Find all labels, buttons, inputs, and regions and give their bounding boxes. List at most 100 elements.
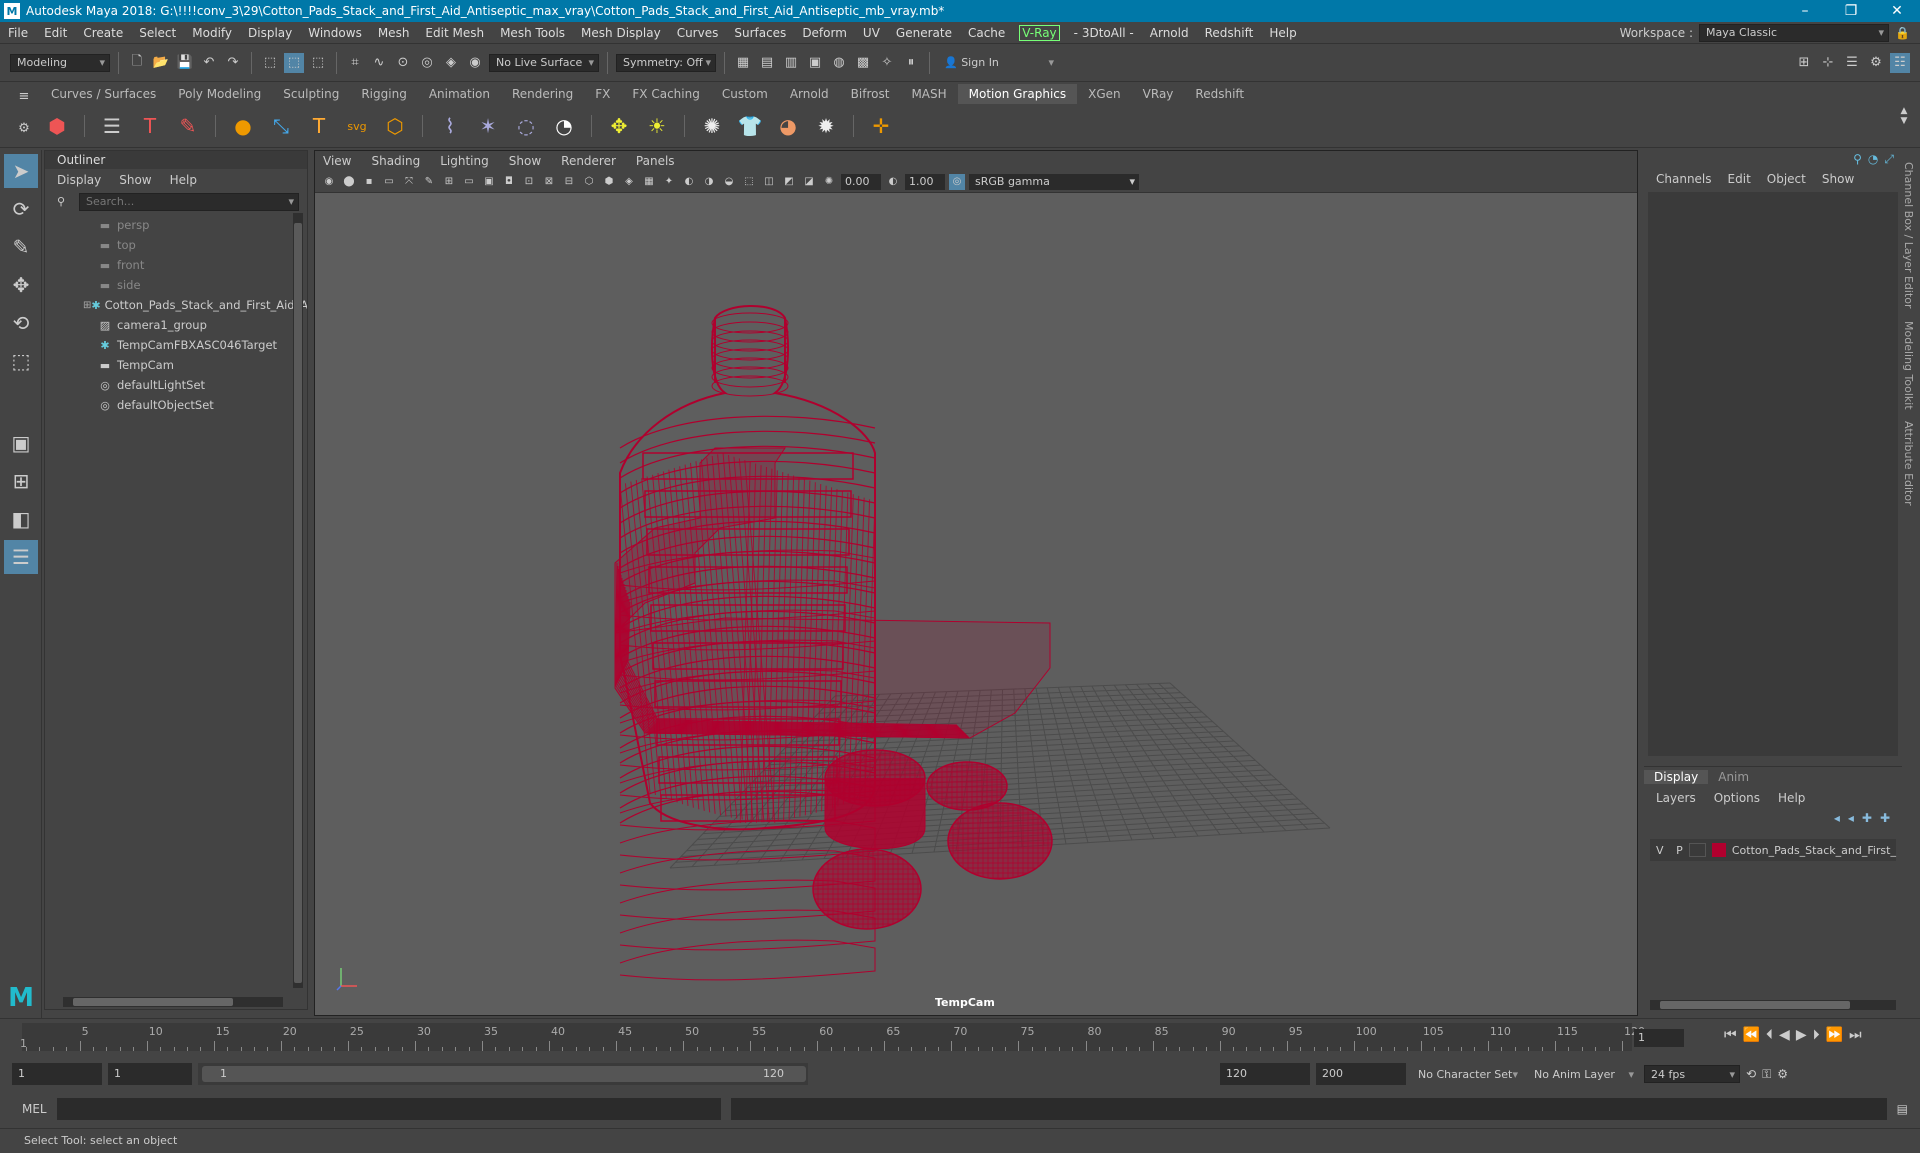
shadows-icon[interactable]: ◐ — [681, 174, 697, 190]
shelf-tab-bifrost[interactable]: Bifrost — [840, 84, 901, 104]
expand-icon[interactable]: ⊞ — [83, 300, 91, 311]
render-current-icon[interactable]: ▤ — [757, 53, 777, 73]
script-editor-icon[interactable]: ▤ — [1897, 1102, 1908, 1116]
outliner-item[interactable]: ◎ defaultObjectSet — [45, 395, 307, 415]
outliner-menu-show[interactable]: Show — [119, 173, 151, 187]
xray-joints-icon[interactable]: ◩ — [781, 174, 797, 190]
resolution-gate-icon[interactable]: ▣ — [481, 174, 497, 190]
layer-horizontal-scrollbar[interactable] — [1650, 1000, 1896, 1010]
use-lights-icon[interactable]: ✦ — [661, 174, 677, 190]
outliner-item[interactable]: ✱ TempCamFBXASC046Target — [45, 335, 307, 355]
scale-tool-icon[interactable]: ⬚ — [4, 344, 38, 378]
time-ruler[interactable]: 1 5 10 15 20 25 30 35 40 45 50 55 60 65 70 75 80 85 90 95 10… — [20, 1023, 1645, 1051]
viewport-menu-lighting[interactable]: Lighting — [440, 154, 489, 168]
menu-item-arnold[interactable]: Arnold — [1142, 26, 1197, 40]
outliner-item[interactable]: ▬ persp — [45, 215, 307, 235]
anim-layer-select[interactable]: No Anim Layer — [1528, 1065, 1638, 1083]
save-scene-icon[interactable]: 💾 — [175, 53, 195, 73]
menu-item-mesh[interactable]: Mesh — [370, 26, 418, 40]
scene-start-field[interactable]: 1 — [12, 1063, 102, 1085]
layer-color-swatch[interactable] — [1711, 843, 1726, 857]
xray-icon[interactable]: ◫ — [761, 174, 777, 190]
fps-select[interactable]: 24 fps — [1644, 1065, 1740, 1083]
menu-item-vray[interactable]: V-Ray — [1019, 24, 1060, 41]
viewport-menu-renderer[interactable]: Renderer — [561, 154, 616, 168]
move-layer-up-icon[interactable]: ◂ — [1834, 811, 1840, 825]
outliner-item[interactable]: ⊞ ✱ Cotton_Pads_Stack_and_First_Aid_An — [45, 295, 307, 315]
outliner-item[interactable]: ▨ camera1_group — [45, 315, 307, 335]
undo-icon[interactable]: ↶ — [199, 53, 219, 73]
menu-item-file[interactable]: File — [0, 26, 36, 40]
layer-menu-options[interactable]: Options — [1714, 791, 1760, 805]
menu-item-mesh-display[interactable]: Mesh Display — [573, 26, 669, 40]
menu-item-uv[interactable]: UV — [855, 26, 888, 40]
layer-tab-display[interactable]: Display — [1644, 770, 1709, 784]
scene-view[interactable] — [315, 193, 1637, 1015]
ambient-occlusion-icon[interactable]: ◑ — [701, 174, 717, 190]
menu-item-modify[interactable]: Modify — [184, 26, 240, 40]
menu-item--3dtoall-[interactable]: - 3DtoAll - — [1066, 26, 1142, 40]
playback-end-field[interactable]: 120 — [1220, 1063, 1310, 1085]
light-icon[interactable]: ☀ — [642, 111, 672, 141]
menu-item-curves[interactable]: Curves — [669, 26, 727, 40]
menu-item-surfaces[interactable]: Surfaces — [726, 26, 794, 40]
brush-icon[interactable]: ✶ — [473, 111, 503, 141]
isolate-select-icon[interactable]: ⬚ — [741, 174, 757, 190]
shelf-settings-icon[interactable]: ⚙ — [14, 118, 34, 138]
2d-pan-icon[interactable]: ⤧ — [401, 174, 417, 190]
shelf-tab-xgen[interactable]: XGen — [1077, 84, 1132, 104]
film-gate-icon[interactable]: ▭ — [461, 174, 477, 190]
outliner-item[interactable]: ▬ front — [45, 255, 307, 275]
step-forward-key-icon[interactable]: ⏩ — [1826, 1027, 1843, 1043]
sign-in-button[interactable]: 👤 Sign In — [938, 53, 1058, 72]
scroll-thumb[interactable] — [73, 998, 233, 1006]
render-view-icon[interactable]: ▦ — [733, 53, 753, 73]
spiral-icon[interactable]: ◔ — [549, 111, 579, 141]
exposure-field[interactable]: 0.00 — [841, 173, 881, 190]
filter-icon[interactable]: ⚲ — [57, 195, 65, 208]
viewport-menu-panels[interactable]: Panels — [636, 154, 675, 168]
range-slider-track[interactable] — [202, 1066, 806, 1082]
channel-menu-channels[interactable]: Channels — [1656, 172, 1712, 186]
symmetry-select[interactable]: Symmetry: Off — [616, 53, 716, 72]
layer-visibility-toggle[interactable]: V — [1650, 844, 1670, 857]
outliner-item[interactable]: ▬ TempCam — [45, 355, 307, 375]
menu-item-create[interactable]: Create — [75, 26, 131, 40]
menu-item-display[interactable]: Display — [240, 26, 300, 40]
layer-playback-toggle[interactable]: P — [1670, 844, 1690, 857]
move-tool-icon[interactable]: ✥ — [4, 268, 38, 302]
pin-icon[interactable]: ⤢ — [1884, 152, 1894, 167]
light-editor-icon[interactable]: ✧ — [877, 53, 897, 73]
maximize-icon[interactable]: ❐ — [1828, 3, 1874, 19]
render-settings-icon[interactable]: ▣ — [805, 53, 825, 73]
gear-effect-icon[interactable]: ✺ — [697, 111, 727, 141]
paint-select-tool-icon[interactable]: ✎ — [4, 230, 38, 264]
side-tab-modeling-toolkit[interactable]: Modeling Toolkit — [1902, 321, 1915, 410]
rotate-tool-icon[interactable]: ⟲ — [4, 306, 38, 340]
dynamics-icon[interactable]: ◕ — [773, 111, 803, 141]
snap-curve-icon[interactable]: ∿ — [369, 53, 389, 73]
outliner-search-input[interactable]: Search... — [79, 193, 299, 211]
layer-menu-layers[interactable]: Layers — [1656, 791, 1696, 805]
shelf-tab-custom[interactable]: Custom — [711, 84, 779, 104]
smooth-shade-icon[interactable]: ⬢ — [601, 174, 617, 190]
shelf-tab-arnold[interactable]: Arnold — [779, 84, 840, 104]
hypershade-icon[interactable]: ◍ — [829, 53, 849, 73]
lock-icon[interactable]: 🔒 — [1895, 26, 1910, 40]
step-forward-frame-icon[interactable]: ⏵ — [1813, 1027, 1820, 1043]
field-chart-icon[interactable]: ⊡ — [521, 174, 537, 190]
menu-item-edit-mesh[interactable]: Edit Mesh — [417, 26, 492, 40]
modeling-toolkit-icon[interactable]: ⊞ — [1794, 53, 1814, 73]
redo-icon[interactable]: ↷ — [223, 53, 243, 73]
new-scene-icon[interactable]: 🗋 — [127, 53, 147, 73]
camera-attrs-icon[interactable]: ⬤ — [341, 174, 357, 190]
playback-start-field[interactable]: 1 — [108, 1063, 192, 1085]
shelf-tab-poly-modeling[interactable]: Poly Modeling — [167, 84, 272, 104]
list-icon[interactable]: ☰ — [97, 111, 127, 141]
lasso-tool-icon[interactable]: ⟳ — [4, 192, 38, 226]
command-input[interactable] — [56, 1098, 721, 1120]
shelf-tab-motion-graphics[interactable]: Motion Graphics — [957, 84, 1078, 104]
layer-display-type[interactable] — [1689, 843, 1706, 857]
shelf-tab-curves-surfaces[interactable]: Curves / Surfaces — [40, 84, 167, 104]
menu-item-windows[interactable]: Windows — [300, 26, 370, 40]
